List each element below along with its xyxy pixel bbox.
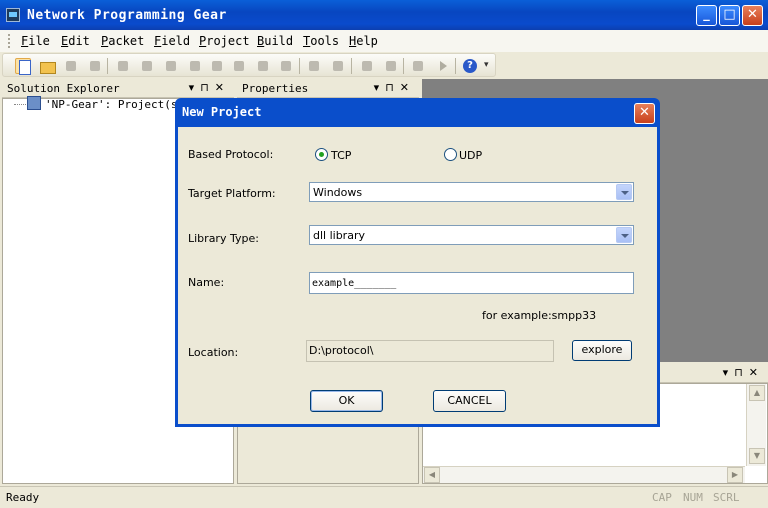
menu-build[interactable]: Build	[257, 34, 293, 48]
toolbar-separator	[299, 58, 300, 74]
library-type-label: Library Type:	[188, 232, 259, 245]
replace-icon[interactable]	[278, 58, 294, 74]
udp-label[interactable]: UDP	[459, 149, 482, 162]
add-packet-icon[interactable]	[306, 58, 322, 74]
caps-indicator: CAP	[652, 491, 672, 504]
tcp-label[interactable]: TCP	[331, 149, 351, 162]
based-protocol-label: Based Protocol:	[188, 148, 274, 161]
scroll-indicator: SCRL	[713, 491, 740, 504]
close-window-button[interactable]: ✕	[742, 5, 763, 26]
chevron-down-icon[interactable]	[616, 184, 632, 200]
open-folder-icon[interactable]	[39, 58, 56, 74]
toolbar-overflow-icon[interactable]: ▾	[484, 60, 489, 70]
save-all-icon[interactable]	[87, 58, 103, 74]
output-hscrollbar[interactable]: ◀ ▶	[423, 466, 745, 483]
target-platform-label: Target Platform:	[188, 187, 276, 200]
delete-icon[interactable]	[383, 58, 399, 74]
menu-help[interactable]: Help	[349, 34, 378, 48]
title-bar: Network Programming Gear _ □ ✕	[0, 0, 768, 30]
redo-icon[interactable]	[209, 58, 225, 74]
new-project-icon[interactable]	[15, 58, 31, 75]
scroll-left-icon[interactable]: ◀	[424, 467, 440, 483]
ok-button[interactable]: OK	[310, 390, 383, 412]
help-icon[interactable]	[462, 58, 478, 74]
chevron-down-icon[interactable]	[616, 227, 632, 243]
pane-controls[interactable]: ▾⊓✕	[723, 366, 764, 379]
toolbar-separator	[403, 58, 404, 74]
dialog-title: New Project	[182, 105, 262, 119]
name-hint: for example:smpp33	[482, 309, 597, 322]
pane-controls[interactable]: ▾⊓✕	[374, 81, 415, 94]
add-field-icon[interactable]	[330, 58, 346, 74]
menu-file[interactable]: File	[21, 34, 50, 48]
solution-explorer-title: Solution Explorer	[7, 82, 120, 95]
menu-field[interactable]: Field	[154, 34, 190, 48]
properties-header: Properties ▾⊓✕	[237, 79, 419, 98]
menubar-grip	[8, 34, 11, 48]
name-label: Name:	[188, 276, 225, 289]
explore-button[interactable]: explore	[572, 340, 632, 361]
scroll-down-icon[interactable]: ▼	[749, 448, 765, 464]
maximize-button[interactable]: □	[719, 5, 740, 26]
tcp-radio[interactable]	[315, 148, 328, 161]
cancel-button[interactable]: CANCEL	[433, 390, 506, 412]
location-label: Location:	[188, 346, 239, 359]
menu-bar: File Edit Packet Field Project Build Too…	[0, 30, 768, 52]
app-icon	[6, 8, 20, 22]
scroll-right-icon[interactable]: ▶	[727, 467, 743, 483]
library-type-select[interactable]: dll library	[309, 225, 634, 245]
menu-project[interactable]: Project	[199, 34, 250, 48]
udp-radio[interactable]	[444, 148, 457, 161]
toolbar-separator	[351, 58, 352, 74]
num-indicator: NUM	[683, 491, 703, 504]
paste-icon[interactable]	[163, 58, 179, 74]
build-icon[interactable]	[410, 58, 426, 74]
library-type-value: dll library	[313, 229, 365, 242]
toolbar-separator	[455, 58, 456, 74]
target-platform-value: Windows	[313, 186, 363, 199]
project-icon	[27, 96, 41, 110]
menu-packet[interactable]: Packet	[101, 34, 144, 48]
properties-title: Properties	[242, 82, 309, 95]
scroll-up-icon[interactable]: ▲	[749, 385, 765, 401]
cut-icon[interactable]	[115, 58, 131, 74]
output-vscrollbar[interactable]: ▲ ▼	[746, 384, 766, 466]
name-input[interactable]: example_______	[309, 272, 634, 294]
minimize-button[interactable]: _	[696, 5, 717, 26]
copy-icon[interactable]	[139, 58, 155, 74]
menu-edit[interactable]: Edit	[61, 34, 90, 48]
dialog-close-button[interactable]: ✕	[634, 103, 655, 124]
tree-root-node[interactable]: 'NP-Gear': Project(s)	[45, 98, 184, 111]
new-project-dialog: New Project ✕ Based Protocol: TCP UDP Ta…	[175, 98, 660, 427]
dialog-body: Based Protocol: TCP UDP Target Platform:…	[178, 127, 657, 424]
save-icon[interactable]	[63, 58, 79, 74]
undo-icon[interactable]	[187, 58, 203, 74]
pane-controls[interactable]: ▾⊓✕	[189, 81, 230, 94]
tree-connector	[14, 104, 26, 105]
add-icon[interactable]	[359, 58, 375, 74]
find-icon[interactable]	[255, 58, 271, 74]
status-bar: Ready CAP NUM SCRL	[0, 486, 768, 508]
standard-toolstrip: ▾	[2, 53, 496, 77]
edit-tool-icon[interactable]	[231, 58, 247, 74]
location-field[interactable]: D:\protocol\	[306, 340, 554, 362]
menu-tools[interactable]: Tools	[303, 34, 339, 48]
window-title: Network Programming Gear	[27, 8, 227, 23]
toolbar-separator	[107, 58, 108, 74]
status-text: Ready	[6, 491, 40, 504]
run-icon[interactable]	[435, 58, 451, 74]
toolbar: ▾	[0, 52, 768, 78]
target-platform-select[interactable]: Windows	[309, 182, 634, 202]
